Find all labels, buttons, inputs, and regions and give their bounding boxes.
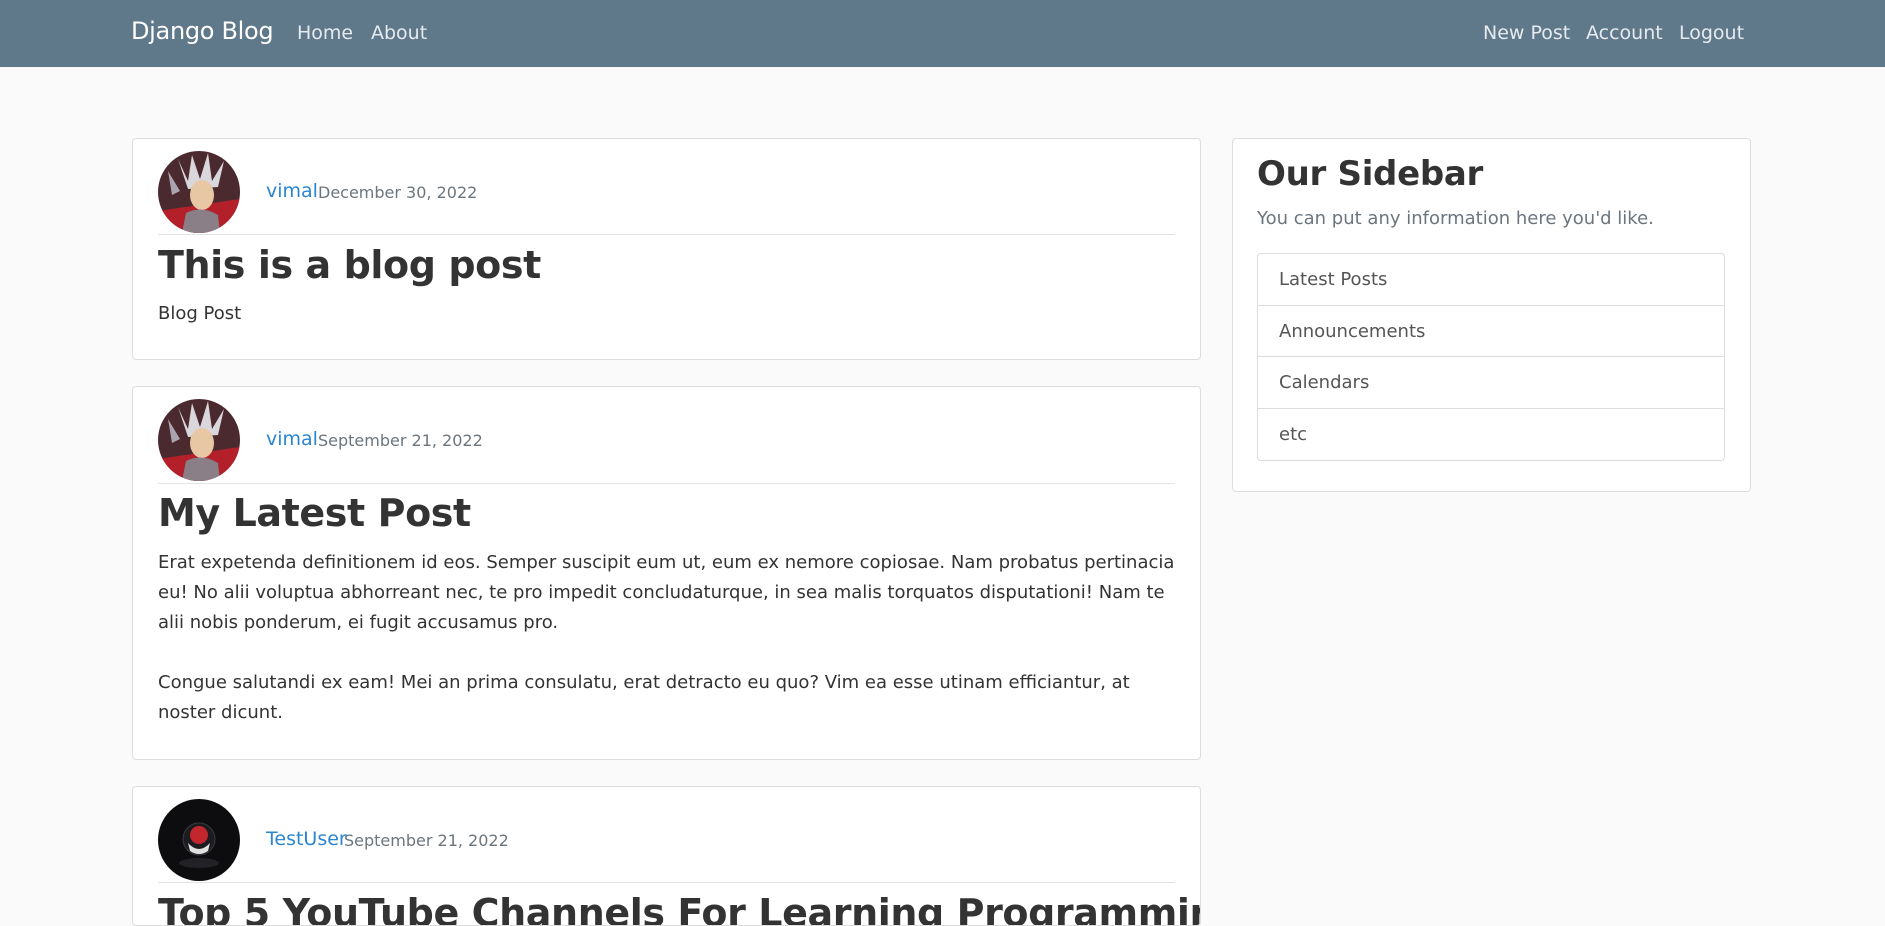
- sidebar-title: Our Sidebar: [1257, 154, 1484, 194]
- post-title-link[interactable]: This is a blog post: [158, 243, 541, 287]
- meta-divider: [158, 882, 1175, 883]
- post-title-link[interactable]: Top 5 YouTube Channels For Learning Prog…: [158, 891, 1200, 925]
- sidebar-list: Latest Posts Announcements Calendars etc: [1257, 253, 1725, 461]
- meta-divider: [158, 234, 1175, 235]
- post-author-link[interactable]: vimal: [266, 180, 318, 202]
- top-navbar: Django Blog Home About New Post Account …: [0, 0, 1885, 67]
- author-avatar: [158, 151, 240, 233]
- author-avatar: [158, 799, 240, 881]
- post-date: December 30, 2022: [318, 183, 478, 202]
- author-avatar: [158, 399, 240, 481]
- post-author-link[interactable]: vimal: [266, 428, 318, 450]
- post-card: vimal December 30, 2022 This is a blog p…: [132, 138, 1201, 360]
- brand-link[interactable]: Django Blog: [131, 17, 274, 45]
- nav-link-account[interactable]: Account: [1586, 22, 1663, 44]
- sidebar-item-announcements[interactable]: Announcements: [1258, 306, 1724, 357]
- post-card: TestUser September 21, 2022 Top 5 YouTub…: [132, 786, 1201, 926]
- dark-emblem-avatar-image: [158, 799, 240, 881]
- anime-character-avatar-image: [158, 399, 240, 481]
- sidebar-subtitle: You can put any information here you'd l…: [1257, 208, 1654, 229]
- anime-character-avatar-image: [158, 151, 240, 233]
- post-author-link[interactable]: TestUser: [266, 828, 347, 850]
- nav-link-logout[interactable]: Logout: [1679, 22, 1744, 44]
- post-content: Blog Post: [158, 303, 242, 324]
- nav-link-about[interactable]: About: [371, 22, 427, 44]
- post-title-link[interactable]: My Latest Post: [158, 491, 471, 535]
- nav-link-home[interactable]: Home: [297, 22, 353, 44]
- sidebar-item-latest-posts[interactable]: Latest Posts: [1258, 254, 1724, 306]
- post-content: Erat expetenda definitionem id eos. Semp…: [158, 552, 1175, 723]
- meta-divider: [158, 483, 1175, 484]
- post-card: vimal September 21, 2022 My Latest Post …: [132, 386, 1201, 760]
- sidebar-item-calendars[interactable]: Calendars: [1258, 357, 1724, 409]
- post-date: September 21, 2022: [318, 431, 483, 450]
- nav-link-new-post[interactable]: New Post: [1483, 22, 1570, 44]
- post-date: September 21, 2022: [344, 831, 509, 850]
- sidebar-item-etc[interactable]: etc: [1258, 409, 1724, 461]
